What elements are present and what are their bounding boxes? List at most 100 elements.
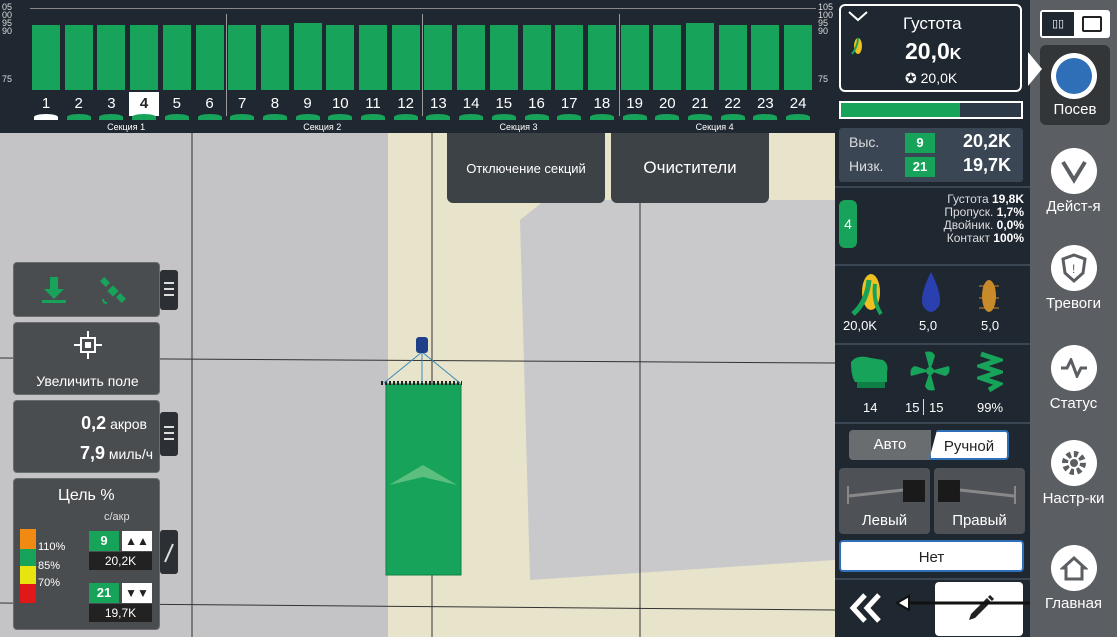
row-bar bbox=[489, 25, 518, 90]
low-value-right: 19,7K bbox=[963, 155, 1012, 175]
mode-auto-button[interactable]: Авто bbox=[849, 430, 931, 460]
row-number[interactable]: 14 bbox=[456, 92, 486, 116]
pulse-icon bbox=[1050, 345, 1097, 391]
row-number[interactable]: 18 bbox=[587, 92, 617, 116]
nav-alarms[interactable]: ! Тревоги bbox=[1030, 245, 1117, 312]
left-label: Левый bbox=[861, 512, 908, 529]
nav-home[interactable]: Главная bbox=[1030, 545, 1117, 612]
nav-status[interactable]: Статус bbox=[1030, 345, 1117, 412]
row-marker bbox=[197, 114, 222, 120]
sections-off-button[interactable]: Отключение секций bbox=[447, 133, 605, 203]
high-arrow-icon: ▲▲ bbox=[122, 531, 152, 551]
high-row-badge: 9 bbox=[89, 531, 119, 551]
row-number[interactable]: 16 bbox=[522, 92, 552, 116]
right-section-button[interactable]: Правый bbox=[934, 468, 1025, 534]
row-number[interactable]: 22 bbox=[718, 92, 748, 116]
row-bar bbox=[686, 22, 714, 90]
satellite-icon[interactable] bbox=[99, 277, 127, 305]
row-number[interactable]: 3 bbox=[96, 92, 126, 116]
product-liquid-value: 5,0 bbox=[919, 318, 938, 333]
fan-value-1: 15 bbox=[905, 400, 920, 415]
row-number[interactable]: 20 bbox=[652, 92, 682, 116]
high-low-card: Выс. 9 20,2K Низк. 21 19,7K bbox=[839, 128, 1023, 182]
map-tools-panel bbox=[13, 262, 160, 317]
nav-settings[interactable]: Настр-ки bbox=[1030, 440, 1117, 507]
fan-icon bbox=[910, 351, 950, 391]
row-marker bbox=[230, 114, 255, 120]
download-icon[interactable] bbox=[42, 277, 66, 303]
row-number[interactable]: 23 bbox=[750, 92, 780, 116]
scale-tick: 90 bbox=[818, 26, 829, 36]
row-number[interactable]: 13 bbox=[423, 92, 453, 116]
split-view-icon[interactable]: ▯▯ bbox=[1042, 12, 1074, 36]
left-planter-icon bbox=[847, 480, 925, 504]
row-number[interactable]: 21 bbox=[685, 92, 715, 116]
row-bar bbox=[587, 25, 616, 90]
tools-handle[interactable] bbox=[160, 270, 178, 310]
low-value: 19,7K bbox=[89, 604, 152, 622]
nav-planting-label: Посев bbox=[1053, 101, 1097, 118]
row-bar-chart: 1 2 3 4 5 6 7 8 9 10 11 12 13 14 15 16 17 18 19 20 21 22 23 24 … bbox=[0, 0, 835, 133]
row-marker bbox=[491, 114, 516, 120]
row-number[interactable]: 19 bbox=[620, 92, 650, 116]
row-marker bbox=[34, 114, 58, 120]
row-number[interactable]: 17 bbox=[554, 92, 584, 116]
speed-readout: 7,9 миль/ч bbox=[79, 443, 153, 463]
row-number[interactable]: 6 bbox=[195, 92, 225, 116]
row-marker bbox=[786, 114, 811, 120]
density-card[interactable]: Густота 20,0K ✪ 20,0K bbox=[839, 4, 1022, 92]
row-number[interactable]: 7 bbox=[227, 92, 257, 116]
mode-manual-button[interactable]: Ручной bbox=[929, 430, 1009, 460]
row-number[interactable]: 4 bbox=[129, 92, 160, 116]
high-value: 20,2K bbox=[89, 552, 152, 570]
row-number[interactable]: 12 bbox=[391, 92, 421, 116]
row-number[interactable]: 5 bbox=[162, 92, 192, 116]
density-value: 20,0K bbox=[905, 38, 962, 64]
actions-icon bbox=[1050, 148, 1097, 194]
row-number[interactable]: 8 bbox=[260, 92, 290, 116]
row-bar bbox=[293, 22, 322, 90]
row-bar bbox=[359, 25, 387, 90]
row-number[interactable]: 1 bbox=[31, 92, 61, 116]
left-section-button[interactable]: Левый bbox=[839, 468, 930, 534]
high-value-right: 20,2K bbox=[963, 131, 1012, 151]
scale-tick: 90 bbox=[2, 26, 13, 36]
zoom-field-button[interactable]: Увеличить поле bbox=[13, 322, 160, 395]
row-number[interactable]: 10 bbox=[325, 92, 355, 116]
legend-yellow bbox=[20, 566, 36, 584]
right-planter-icon bbox=[938, 480, 1016, 504]
nav-planting[interactable]: Посев bbox=[1040, 45, 1110, 125]
readout-handle[interactable] bbox=[160, 412, 178, 456]
row-bar bbox=[457, 25, 486, 90]
single-view-icon[interactable] bbox=[1082, 16, 1102, 32]
row-number[interactable]: 24 bbox=[783, 92, 813, 116]
divider bbox=[835, 422, 1030, 424]
stat-contact: Контакт 100% bbox=[946, 231, 1024, 245]
product-insecticide-value: 5,0 bbox=[981, 318, 1000, 333]
none-button[interactable]: Нет bbox=[839, 540, 1024, 572]
divider bbox=[835, 343, 1030, 345]
row-number[interactable]: 2 bbox=[64, 92, 94, 116]
row-bar bbox=[228, 25, 257, 90]
hopper-icon bbox=[851, 356, 888, 388]
target-panel: Цель % с/акр 110% 85% 70% 9 ▲▲ 20,2K 21 … bbox=[13, 478, 160, 630]
drop-icon bbox=[922, 272, 940, 312]
cleaners-button[interactable]: Очистители bbox=[611, 133, 769, 203]
fan-divider bbox=[923, 399, 924, 415]
chevron-down-icon[interactable] bbox=[847, 10, 869, 22]
sections-off-label: Отключение секций bbox=[466, 160, 586, 176]
svg-text:!: ! bbox=[1072, 262, 1075, 276]
section-divider bbox=[226, 14, 228, 116]
row-number[interactable]: 11 bbox=[358, 92, 388, 116]
scale-tick: 75 bbox=[2, 74, 13, 84]
target-handle[interactable] bbox=[160, 530, 178, 574]
row-bar bbox=[555, 25, 584, 90]
center-target-icon bbox=[74, 331, 102, 359]
collapse-icon[interactable] bbox=[849, 593, 883, 623]
row-marker bbox=[459, 114, 484, 120]
view-toggle[interactable]: ▯▯ bbox=[1040, 10, 1110, 38]
nav-actions[interactable]: Дейст-я bbox=[1030, 148, 1117, 215]
row-marker bbox=[426, 114, 451, 120]
row-number[interactable]: 15 bbox=[489, 92, 519, 116]
row-number[interactable]: 9 bbox=[293, 92, 323, 116]
